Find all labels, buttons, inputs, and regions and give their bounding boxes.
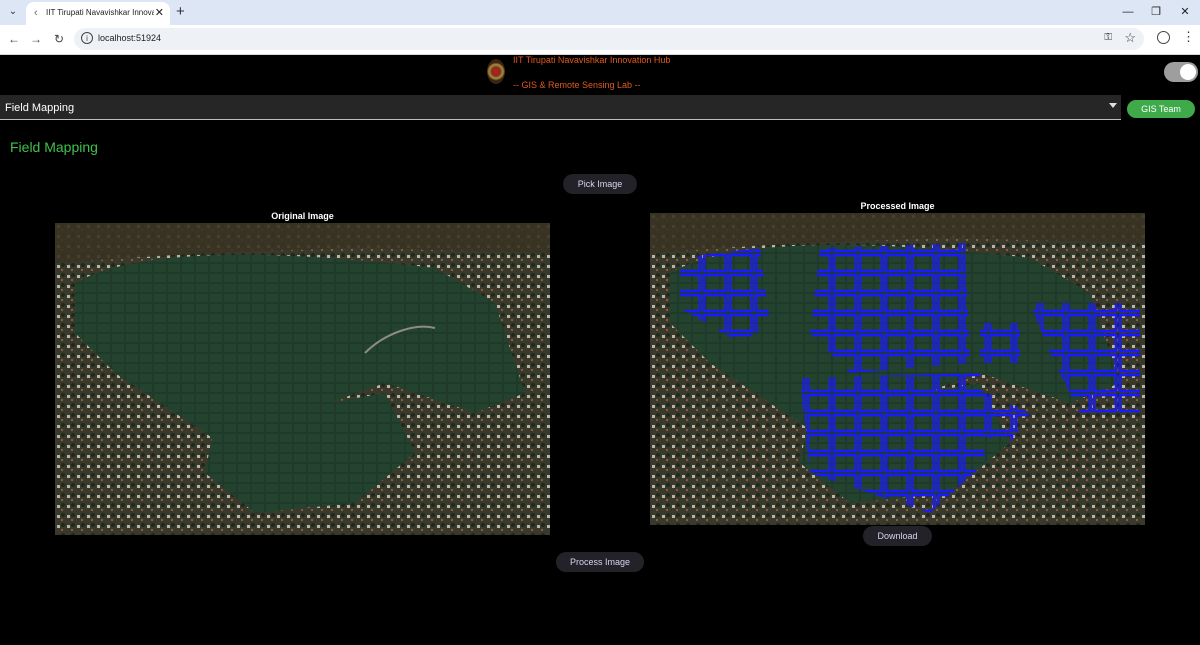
download-button[interactable]: Download [863, 526, 932, 546]
window-close-icon[interactable]: ✕ [1175, 4, 1195, 20]
restore-icon[interactable]: ❐ [1146, 4, 1166, 20]
browser-tabstrip: ⌄ ‹ IIT Tirupati Navavishkar Innovat ✕ +… [0, 0, 1200, 25]
original-image-label: Original Image [271, 211, 334, 221]
tab-title: IIT Tirupati Navavishkar Innovat [46, 8, 154, 17]
module-select-value: Field Mapping [5, 102, 75, 114]
processed-image-label: Processed Image [860, 201, 935, 211]
original-image [55, 223, 550, 535]
new-tab-icon[interactable]: + [176, 3, 185, 21]
address-bar[interactable]: i localhost:51924 ⚿ ☆ [74, 28, 1144, 50]
menu-icon[interactable]: ⋮ [1182, 29, 1195, 45]
browser-toolbar: ← → ↻ i localhost:51924 ⚿ ☆ ⋮ [0, 25, 1200, 55]
minimize-icon[interactable]: — [1118, 4, 1138, 20]
dropdown-arrow-icon [1109, 103, 1117, 108]
password-key-icon[interactable]: ⚿ [1104, 32, 1112, 43]
toggle-knob [1180, 64, 1196, 80]
page-title: Field Mapping [10, 139, 98, 155]
forward-icon[interactable]: → [27, 30, 45, 48]
hub-title: IIT Tirupati Navavishkar Innovation Hub [513, 55, 671, 65]
favicon-icon: ‹ [34, 7, 38, 19]
close-icon[interactable]: ✕ [155, 6, 164, 20]
hub-subtitle: -- GIS & Remote Sensing Lab -- [513, 80, 641, 90]
logo-icon [487, 59, 505, 84]
theme-toggle[interactable] [1164, 62, 1198, 82]
pick-image-button[interactable]: Pick Image [563, 174, 637, 194]
url-text: localhost:51924 [98, 33, 162, 43]
process-image-button[interactable]: Process Image [556, 552, 644, 572]
bookmark-star-icon[interactable]: ☆ [1124, 30, 1136, 46]
back-icon[interactable]: ← [5, 30, 23, 48]
processed-image [650, 213, 1145, 525]
profile-icon[interactable] [1157, 31, 1170, 44]
reload-icon[interactable]: ↻ [50, 30, 68, 48]
browser-tab[interactable]: ‹ IIT Tirupati Navavishkar Innovat ✕ [26, 2, 170, 25]
site-info-icon[interactable]: i [81, 32, 93, 44]
module-select[interactable]: Field Mapping [0, 95, 1121, 120]
gis-team-button[interactable]: GIS Team [1127, 100, 1195, 118]
search-tabs-icon[interactable]: ⌄ [5, 4, 21, 20]
